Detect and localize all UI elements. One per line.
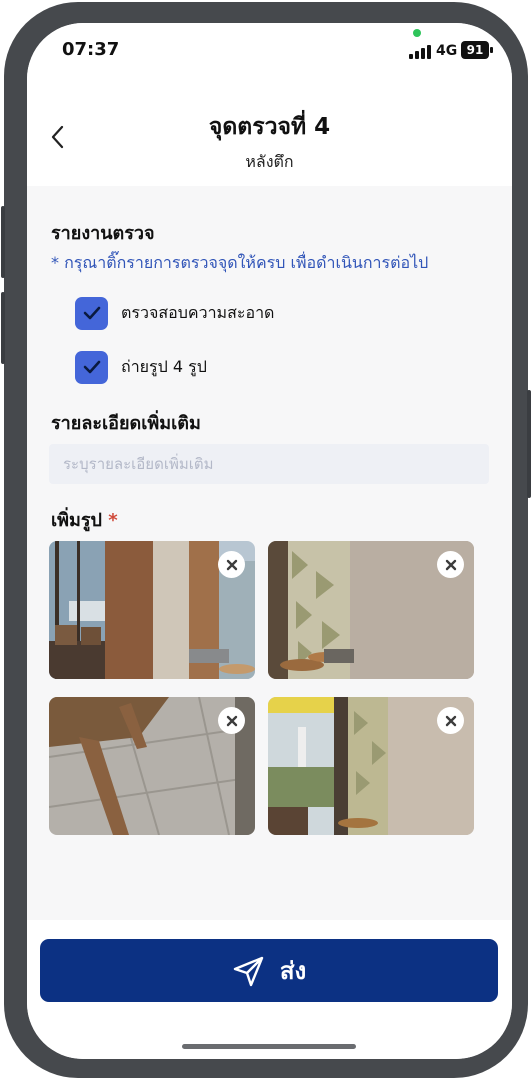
photo-thumbnail-4[interactable] bbox=[268, 697, 474, 835]
close-icon bbox=[445, 559, 456, 570]
page-header: จุดตรวจที่ 4 หลังตึก bbox=[27, 83, 512, 186]
checklist-item-label: ตรวจสอบความสะอาด bbox=[121, 302, 275, 322]
checkbox-photos[interactable] bbox=[75, 350, 108, 384]
close-icon bbox=[226, 559, 237, 570]
screen: 07:37 4G 91 จุดตรวจที่ 4 หลังตึก รายงานต… bbox=[27, 23, 512, 1059]
network-type: 4G bbox=[436, 43, 458, 59]
photo-thumbnail-1[interactable] bbox=[49, 541, 255, 679]
page-title: จุดตรวจที่ 4 bbox=[208, 114, 331, 140]
status-bar: 07:37 4G 91 bbox=[27, 23, 512, 83]
checkmark-icon bbox=[83, 306, 100, 320]
details-input[interactable] bbox=[49, 444, 489, 484]
battery-tip bbox=[490, 47, 493, 53]
checklist-item: ตรวจสอบความสะอาด bbox=[75, 296, 275, 330]
photos-heading-label: เพิ่มรูป bbox=[51, 510, 102, 531]
checkmark-icon bbox=[83, 360, 100, 374]
close-icon bbox=[445, 715, 456, 726]
checklist-item: ถ่ายรูป 4 รูป bbox=[75, 350, 207, 384]
remove-photo-button[interactable] bbox=[437, 707, 464, 734]
required-mark: * bbox=[108, 510, 118, 531]
volume-up-button bbox=[1, 206, 5, 278]
signal-icon bbox=[409, 43, 433, 59]
page-subtitle: หลังตึก bbox=[245, 152, 294, 171]
checkbox-cleanliness[interactable] bbox=[75, 296, 108, 330]
close-icon bbox=[226, 715, 237, 726]
remove-photo-button[interactable] bbox=[218, 551, 245, 578]
remove-photo-button[interactable] bbox=[437, 551, 464, 578]
volume-down-button bbox=[1, 292, 5, 364]
camera-indicator-icon bbox=[413, 29, 421, 37]
paper-plane-icon bbox=[233, 956, 264, 986]
remove-photo-button[interactable] bbox=[218, 707, 245, 734]
submit-button[interactable]: ส่ง bbox=[40, 939, 498, 1002]
home-indicator[interactable] bbox=[182, 1044, 356, 1049]
report-hint: * กรุณาติ๊กรายการตรวจจุดให้ครบ เพื่อดำเน… bbox=[51, 253, 429, 272]
submit-label: ส่ง bbox=[279, 957, 307, 985]
power-button bbox=[527, 390, 531, 498]
status-time: 07:37 bbox=[62, 39, 120, 60]
battery-icon: 91 bbox=[461, 41, 489, 59]
checklist-item-label: ถ่ายรูป 4 รูป bbox=[121, 356, 207, 376]
photo-thumbnail-2[interactable] bbox=[268, 541, 474, 679]
report-heading: รายงานตรวจ bbox=[51, 223, 155, 244]
photo-thumbnail-3[interactable] bbox=[49, 697, 255, 835]
phone-frame: 07:37 4G 91 จุดตรวจที่ 4 หลังตึก รายงานต… bbox=[1, 2, 531, 1078]
details-heading: รายละเอียดเพิ่มเติม bbox=[51, 413, 201, 434]
photos-heading: เพิ่มรูป * bbox=[51, 505, 118, 534]
